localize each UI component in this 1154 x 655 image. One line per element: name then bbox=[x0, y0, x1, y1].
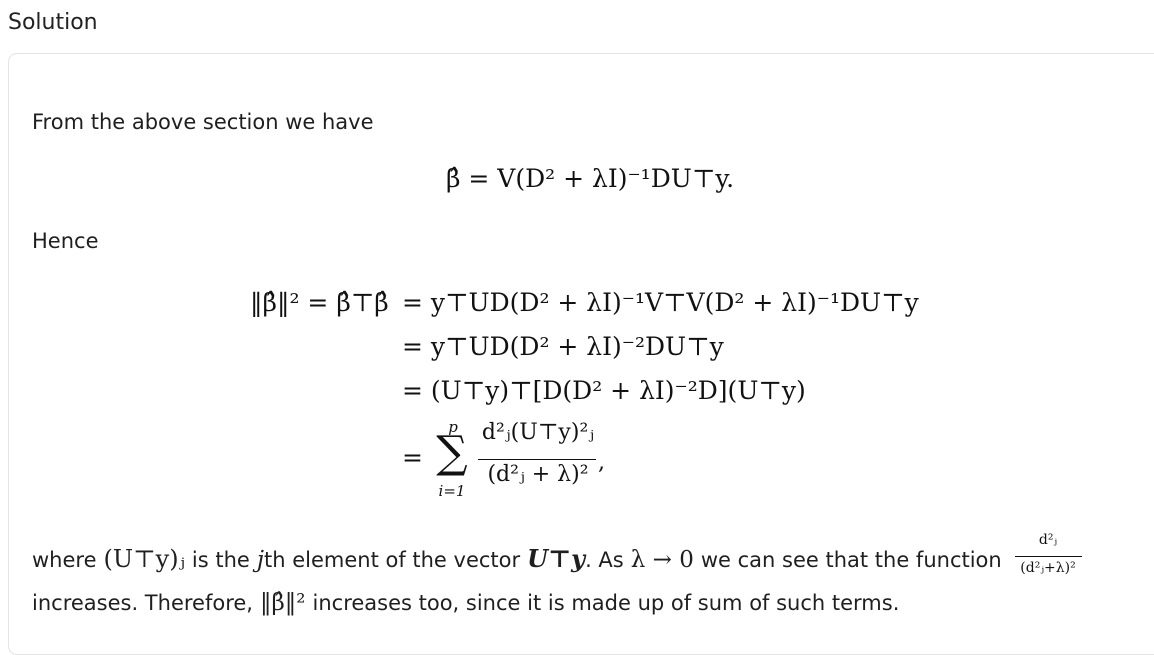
inline-fraction-denominator: (d²ⱼ+λ)² bbox=[1020, 560, 1076, 576]
as-text: . As bbox=[585, 548, 624, 572]
closing-line-1: where (U⊤y)ⱼ is the j th element of the … bbox=[32, 544, 1002, 573]
inline-fraction-bar bbox=[1015, 556, 1082, 557]
inline-fraction-numerator: d²ⱼ bbox=[1038, 532, 1058, 548]
sum-lower-limit: i=1 bbox=[438, 482, 466, 500]
j-math: j bbox=[256, 547, 264, 573]
sum-sigma: ∑ bbox=[436, 427, 468, 478]
sum-numerator: d²ⱼ(U⊤y)²ⱼ bbox=[481, 420, 595, 445]
jth-rest-text: th element of the vector bbox=[263, 548, 521, 572]
sum-denominator: (d²ⱼ + λ)² bbox=[487, 462, 589, 487]
equation-norm-lhs: ‖β̂‖² = β̂⊤β̂ bbox=[250, 288, 389, 317]
section-heading: Solution bbox=[8, 10, 98, 35]
sum-fraction-bar bbox=[478, 459, 596, 460]
sum-trailing-comma: , bbox=[598, 450, 605, 475]
uty-math: U⊤y bbox=[527, 544, 586, 573]
equation-beta-hat: β̂ = V(D² + λI)⁻¹DU⊤y. bbox=[446, 164, 735, 193]
lambda-to-zero-math: λ → 0 bbox=[630, 547, 694, 573]
equation-line-4-equals: = bbox=[402, 443, 423, 472]
see-text: we can see that the function bbox=[700, 548, 1002, 572]
intro-text: From the above section we have bbox=[32, 110, 374, 134]
increases-therefore-text: increases. Therefore, bbox=[32, 591, 253, 615]
closing-line-2: increases. Therefore, ‖β̂‖² increases to… bbox=[32, 590, 899, 616]
norm-math: ‖β̂‖² bbox=[259, 590, 306, 616]
is-the-text: is the bbox=[191, 548, 250, 572]
equation-line-2: = y⊤UD(D² + λI)⁻²DU⊤y bbox=[402, 332, 724, 361]
hence-text: Hence bbox=[32, 229, 99, 253]
increases-too-text: increases too, since it is made up of su… bbox=[312, 591, 900, 615]
uty-j-math: (U⊤y)ⱼ bbox=[103, 545, 185, 573]
equation-line-3: = (U⊤y)⊤[D(D² + λI)⁻²D](U⊤y) bbox=[402, 376, 806, 405]
where-text: where bbox=[32, 548, 97, 572]
equation-line-1: = y⊤UD(D² + λI)⁻¹V⊤V(D² + λI)⁻¹DU⊤y bbox=[402, 288, 919, 317]
